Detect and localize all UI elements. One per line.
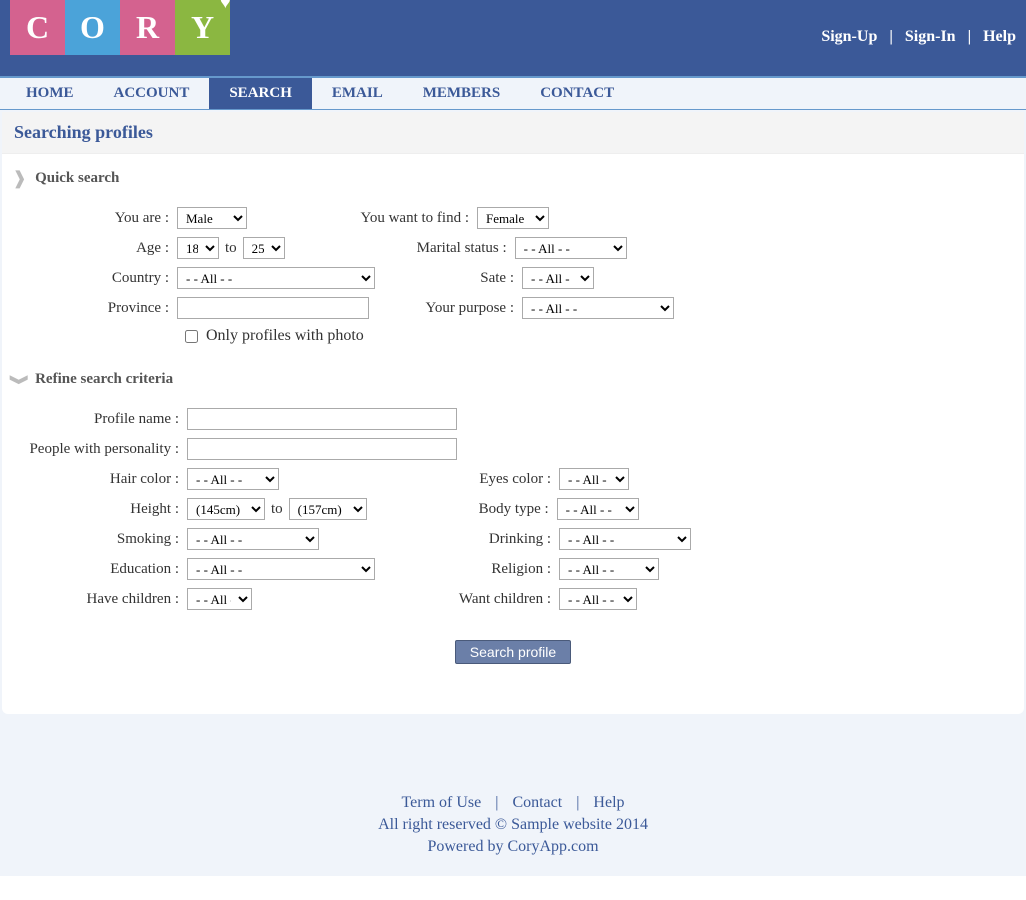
logo-letter-c: C: [10, 0, 65, 55]
purpose-select[interactable]: - - All - -: [522, 297, 674, 319]
body-type-select[interactable]: - - All - -: [557, 498, 639, 520]
state-label: Sate :: [397, 270, 522, 287]
logo[interactable]: C O R Y ♥: [10, 0, 230, 55]
marital-select[interactable]: - - All - -: [515, 237, 627, 259]
chevron-right-icon: ❱: [12, 168, 27, 189]
smoking-label: Smoking :: [2, 531, 187, 548]
nav-account[interactable]: ACCOUNT: [94, 78, 210, 109]
heart-icon: ♥: [220, 0, 231, 13]
signup-link[interactable]: Sign-Up: [821, 28, 877, 45]
footer-terms-link[interactable]: Term of Use: [401, 794, 481, 811]
age-to-select[interactable]: 25: [243, 237, 285, 259]
have-children-label: Have children :: [2, 591, 187, 608]
profile-name-input[interactable]: [187, 408, 457, 430]
search-profile-button[interactable]: Search profile: [455, 640, 571, 664]
hair-color-label: Hair color :: [2, 471, 187, 488]
education-label: Education :: [2, 561, 187, 578]
refine-title: Refine search criteria: [35, 371, 173, 388]
want-children-select[interactable]: - - All - -: [559, 588, 637, 610]
only-photo-checkbox[interactable]: [185, 330, 198, 343]
separator: |: [968, 28, 972, 45]
help-link[interactable]: Help: [983, 28, 1016, 45]
nav-email[interactable]: EMAIL: [312, 78, 403, 109]
you-are-label: You are :: [2, 210, 177, 227]
religion-select[interactable]: - - All - -: [559, 558, 659, 580]
province-input[interactable]: [177, 297, 369, 319]
religion-label: Religion :: [379, 561, 559, 578]
footer-powered: Powered by CoryApp.com: [0, 838, 1026, 856]
quick-search-form: You are : Male You want to find : Female…: [2, 197, 1024, 355]
height-to-select[interactable]: (157cm): [289, 498, 367, 520]
body-type-label: Body type :: [377, 501, 557, 518]
age-label: Age :: [2, 240, 177, 257]
age-to-text: to: [225, 240, 237, 257]
footer-help-link[interactable]: Help: [593, 794, 624, 811]
drinking-select[interactable]: - - All - -: [559, 528, 691, 550]
logo-letter-o: O: [65, 0, 120, 55]
drinking-label: Drinking :: [379, 531, 559, 548]
chevron-down-icon: ❱: [9, 372, 30, 387]
nav-search[interactable]: SEARCH: [209, 78, 312, 109]
hair-color-select[interactable]: - - All - -: [187, 468, 279, 490]
province-label: Province :: [2, 300, 177, 317]
content-panel: Searching profiles ❱ Quick search You ar…: [2, 112, 1024, 714]
personality-input[interactable]: [187, 438, 457, 460]
age-from-select[interactable]: 18: [177, 237, 219, 259]
country-select[interactable]: - - All - -: [177, 267, 375, 289]
want-find-label: You want to find :: [297, 210, 477, 227]
country-label: Country :: [2, 270, 177, 287]
want-children-label: Want children :: [379, 591, 559, 608]
signin-link[interactable]: Sign-In: [905, 28, 956, 45]
smoking-select[interactable]: - - All - -: [187, 528, 319, 550]
height-to-text: to: [271, 501, 283, 518]
quick-search-header: ❱ Quick search: [2, 154, 1024, 197]
separator: |: [889, 28, 893, 45]
quick-search-title: Quick search: [35, 170, 119, 187]
profile-name-label: Profile name :: [2, 411, 187, 428]
page-body: Searching profiles ❱ Quick search You ar…: [0, 110, 1026, 744]
separator: |: [576, 794, 579, 811]
main-nav: HOME ACCOUNT SEARCH EMAIL MEMBERS CONTAC…: [0, 78, 1026, 110]
eyes-color-select[interactable]: - - All - -: [559, 468, 629, 490]
nav-contact[interactable]: CONTACT: [520, 78, 634, 109]
logo-letter-r: R: [120, 0, 175, 55]
nav-members[interactable]: MEMBERS: [403, 78, 521, 109]
marital-label: Marital status :: [335, 240, 515, 257]
only-photo-label: Only profiles with photo: [206, 327, 364, 345]
want-find-select[interactable]: Female: [477, 207, 549, 229]
footer-contact-link[interactable]: Contact: [512, 794, 562, 811]
refine-form: Profile name : People with personality :…: [2, 398, 1024, 674]
have-children-select[interactable]: - - All - -: [187, 588, 252, 610]
height-label: Height :: [2, 501, 187, 518]
footer: Term of Use | Contact | Help All right r…: [0, 744, 1026, 876]
personality-label: People with personality :: [2, 441, 187, 458]
footer-copyright: All right reserved © Sample website 2014: [0, 816, 1026, 834]
page-title: Searching profiles: [2, 112, 1024, 154]
refine-header: ❱ Refine search criteria: [2, 355, 1024, 398]
you-are-select[interactable]: Male: [177, 207, 247, 229]
header: C O R Y ♥ Sign-Up | Sign-In | Help: [0, 0, 1026, 78]
nav-home[interactable]: HOME: [6, 78, 94, 109]
education-select[interactable]: - - All - -: [187, 558, 375, 580]
eyes-color-label: Eyes color :: [379, 471, 559, 488]
purpose-label: Your purpose :: [397, 300, 522, 317]
separator: |: [495, 794, 498, 811]
state-select[interactable]: - - All - -: [522, 267, 594, 289]
top-links: Sign-Up | Sign-In | Help: [821, 28, 1016, 46]
height-from-select[interactable]: (145cm): [187, 498, 265, 520]
